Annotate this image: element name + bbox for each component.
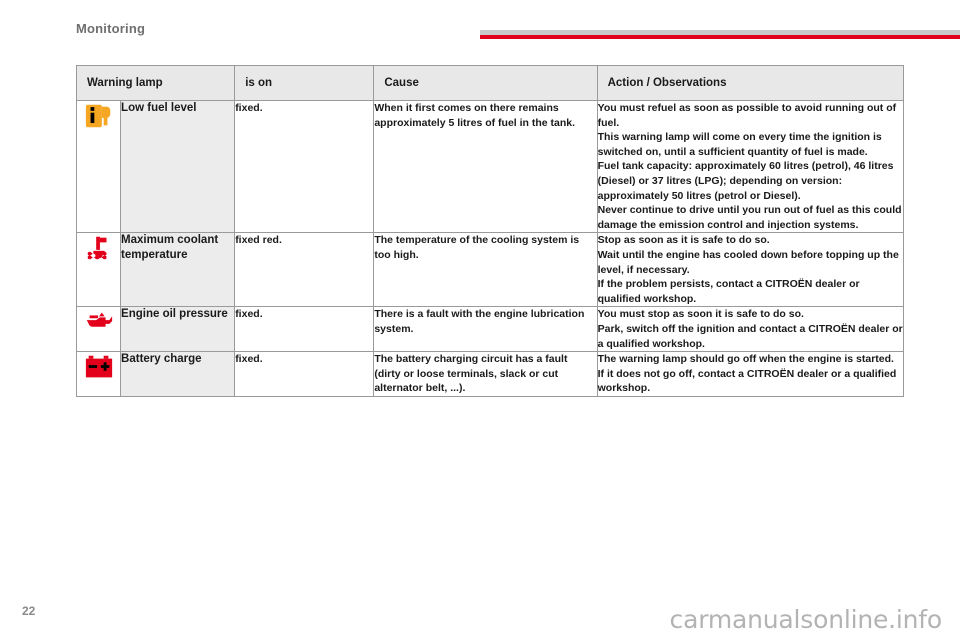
engine-oil-pressure-lamp-icon	[84, 307, 114, 337]
warning-lamp-action: You must refuel as soon as possible to a…	[596, 99, 905, 234]
table-row: Engine oil pressure fixed. There is a fa…	[75, 306, 905, 353]
header-rule-red	[480, 35, 960, 39]
action-line: You must refuel as soon as possible to a…	[597, 102, 897, 129]
action-line: If the problem persists, contact a CITRO…	[597, 278, 860, 305]
table-row: Maximum coolant temperature fixed red. T…	[75, 232, 905, 308]
warning-lamp-action: Stop as soon as it is safe to do so. Wai…	[596, 232, 905, 308]
warning-lamp-action: You must stop as soon it is safe to do s…	[596, 306, 905, 353]
action-line: If it does not go off, contact a CITROËN…	[597, 367, 897, 395]
header-rule	[480, 30, 960, 39]
page-header: Monitoring	[0, 0, 960, 48]
warning-lamp-cause: There is a fault with the engine lubrica…	[373, 306, 598, 353]
action-line: Park, switch off the ignition and contac…	[597, 322, 903, 350]
action-line: This warning lamp will come on every tim…	[597, 131, 882, 158]
action-line: Fuel tank capacity: approximately 60 lit…	[597, 160, 894, 202]
warning-lamp-name: Engine oil pressure	[120, 306, 236, 353]
warning-lamp-is-on: fixed red.	[234, 232, 375, 308]
column-header-cause: Cause	[373, 65, 598, 101]
column-header-warning-lamp: Warning lamp	[75, 65, 236, 101]
warning-lamp-table: Warning lamp is on Cause Action / Observ…	[75, 65, 905, 397]
page-title: Monitoring	[76, 21, 146, 36]
column-header-is-on: is on	[234, 65, 375, 101]
warning-lamp-icon-cell	[75, 99, 122, 234]
table-row: Battery charge fixed. The battery chargi…	[75, 351, 905, 397]
action-line: Stop as soon as it is safe to do so.	[597, 234, 770, 247]
column-header-action: Action / Observations	[596, 65, 905, 101]
warning-lamp-icon-cell	[75, 232, 122, 308]
warning-lamp-is-on: fixed.	[234, 99, 375, 234]
action-line: Never continue to drive until you run ou…	[597, 204, 902, 231]
low-fuel-level-lamp-icon	[84, 101, 114, 131]
table-header: Warning lamp is on Cause Action / Observ…	[75, 65, 905, 101]
watermark: carmanualsonline.info	[669, 605, 943, 634]
battery-charge-lamp-icon	[84, 352, 114, 382]
table-row: Low fuel level fixed. When it first come…	[75, 99, 905, 234]
warning-lamp-is-on: fixed.	[234, 351, 375, 397]
warning-lamp-name: Low fuel level	[120, 99, 236, 234]
action-line: You must stop as soon it is safe to do s…	[597, 308, 804, 321]
action-line: The warning lamp should go off when the …	[597, 353, 894, 366]
warning-lamp-name: Battery charge	[120, 351, 236, 397]
warning-lamp-icon-cell	[75, 306, 122, 353]
warning-lamp-action: The warning lamp should go off when the …	[596, 351, 905, 397]
warning-lamp-cause: The temperature of the cooling system is…	[373, 232, 598, 308]
page-number: 22	[22, 604, 36, 618]
warning-lamp-name: Maximum coolant temperature	[120, 232, 236, 308]
warning-lamp-is-on: fixed.	[234, 306, 375, 353]
maximum-coolant-temperature-lamp-icon	[84, 233, 114, 263]
warning-lamp-cause: When it first comes on there remains app…	[373, 99, 598, 234]
warning-lamp-icon-cell	[75, 351, 122, 397]
action-line: Wait until the engine has cooled down be…	[597, 248, 899, 276]
table-header-row: Warning lamp is on Cause Action / Observ…	[75, 65, 905, 101]
warning-lamp-cause: The battery charging circuit has a fault…	[373, 351, 598, 397]
